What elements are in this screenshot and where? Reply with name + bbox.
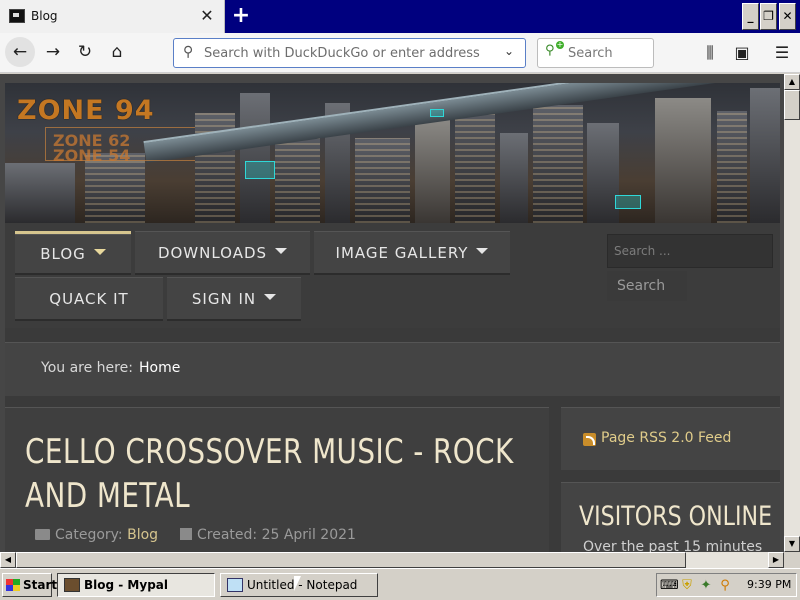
sidebar-icon[interactable]: ▣ [728, 39, 756, 67]
scroll-up-arrow[interactable]: ▲ [784, 74, 800, 90]
caret-down-icon [275, 247, 288, 254]
url-bar[interactable]: ⚲ ⌄ [173, 38, 526, 68]
menu-item-blog[interactable]: BLOG [15, 231, 131, 275]
mouse-cursor [294, 576, 301, 591]
menu-icon[interactable]: ☰ [768, 39, 796, 67]
windows-logo-icon [6, 579, 20, 591]
tab-close-icon[interactable]: ✕ [196, 4, 218, 28]
new-tab-button[interactable]: + [229, 3, 253, 29]
horizontal-scroll-thumb[interactable] [16, 552, 686, 568]
menu-item-image-gallery[interactable]: IMAGE GALLERY [314, 231, 510, 275]
menu-item-quack-it[interactable]: QUACK IT [15, 277, 163, 321]
page-viewport: ZONE 94 ZONE 62 ZONE 54 BLOG DOWNLOADS I… [0, 74, 784, 552]
shield-icon[interactable]: ⛨ [679, 578, 695, 594]
reload-button[interactable]: ↻ [70, 37, 100, 67]
menu-item-downloads[interactable]: DOWNLOADS [135, 231, 310, 275]
start-button[interactable]: Start [2, 573, 57, 597]
vertical-scroll-thumb[interactable] [784, 90, 800, 120]
clock: 9:39 PM [747, 578, 792, 591]
folder-icon [35, 529, 50, 540]
menu-item-label: DOWNLOADS [157, 244, 268, 262]
scroll-left-arrow[interactable]: ◀ [0, 552, 16, 568]
caret-down-icon [264, 293, 277, 300]
search-tray-icon[interactable]: ⚲ [717, 578, 733, 594]
home-button[interactable]: ⌂ [102, 37, 132, 67]
main-menu: BLOG DOWNLOADS IMAGE GALLERY QUACK IT SI… [5, 223, 780, 328]
url-input[interactable] [204, 43, 494, 63]
site-favicon-icon [9, 9, 25, 23]
task-label: Untitled - Notepad [247, 578, 358, 592]
created-date: Created: 25 April 2021 [197, 527, 356, 543]
calendar-icon [180, 528, 192, 540]
navigation-bar: ← → ↻ ⌂ ⚲ ⌄ ⚲ + ⫼ ▣ ☰ [0, 33, 800, 73]
minimize-button[interactable]: _ [742, 3, 759, 30]
article-category: Category: Blog [35, 527, 158, 543]
breadcrumb-label: You are here: [41, 360, 133, 376]
menu-item-label: BLOG [40, 245, 86, 263]
article-title[interactable]: CELLO CROSSOVER MUSIC - ROCK AND METAL [25, 430, 533, 518]
caret-down-icon [476, 247, 489, 254]
site-logo[interactable]: ZONE 94 [17, 95, 155, 126]
plus-icon: + [556, 40, 564, 49]
search-bar[interactable]: ⚲ + [537, 38, 654, 68]
visitors-module: VISITORS ONLINE Over the past 15 minutes [561, 482, 780, 552]
breadcrumb-home-link[interactable]: Home [139, 360, 180, 376]
keyboard-icon[interactable]: ⌨ [660, 578, 679, 594]
search-icon: ⚲ [183, 44, 194, 60]
tab-bar: Blog ✕ + _ ❐ ✕ [0, 0, 800, 33]
scrollbar-corner [784, 552, 800, 568]
article: CELLO CROSSOVER MUSIC - ROCK AND METAL C… [5, 407, 549, 552]
visitors-title: VISITORS ONLINE [579, 501, 773, 532]
scroll-down-arrow[interactable]: ▼ [784, 536, 800, 552]
site-search-input[interactable] [607, 234, 773, 268]
caret-down-icon [93, 248, 106, 255]
visitors-subtitle: Over the past 15 minutes [583, 539, 763, 552]
search-input[interactable] [568, 44, 648, 62]
tab-title: Blog [31, 9, 58, 23]
taskbar: Start Blog - Mypal Untitled - Notepad ⌨ … [0, 568, 800, 600]
category-label: Category: [55, 527, 123, 543]
rss-module: Page RSS 2.0 Feed [561, 407, 780, 470]
system-tray: ⌨ ⛨ ✦ ⚲ 9:39 PM [656, 573, 797, 597]
menu-item-label: SIGN IN [191, 290, 257, 308]
library-icon[interactable]: ⫼ [696, 39, 724, 67]
restore-button[interactable]: ❐ [760, 3, 777, 30]
forward-button[interactable]: → [38, 37, 68, 67]
close-window-button[interactable]: ✕ [779, 3, 796, 30]
tab-blog[interactable]: Blog ✕ [0, 0, 225, 33]
menu-item-sign-in[interactable]: SIGN IN [167, 277, 301, 321]
vertical-scrollbar[interactable]: ▲ ▼ [784, 74, 800, 552]
menu-item-label: QUACK IT [49, 290, 129, 308]
horizontal-scrollbar[interactable]: ◀ ▶ [0, 552, 784, 568]
start-label: Start [23, 578, 58, 592]
breadcrumb: You are here: Home [5, 342, 780, 396]
site-search-button[interactable]: Search [607, 271, 687, 301]
menu-item-label: IMAGE GALLERY [335, 244, 469, 262]
network-icon[interactable]: ✦ [698, 578, 714, 594]
task-label: Blog - Mypal [84, 578, 168, 592]
category-link[interactable]: Blog [127, 527, 158, 543]
article-created: Created: 25 April 2021 [180, 527, 356, 543]
browser-app-icon [64, 578, 80, 592]
rss-feed-link[interactable]: Page RSS 2.0 Feed [601, 430, 731, 446]
site-banner: ZONE 94 ZONE 62 ZONE 54 [5, 83, 780, 223]
logo-subtitle-2: ZONE 54 [53, 146, 131, 165]
taskbar-item-browser[interactable]: Blog - Mypal [57, 573, 215, 597]
notepad-app-icon [227, 578, 243, 592]
chevron-down-icon[interactable]: ⌄ [504, 44, 514, 58]
rss-icon [583, 433, 596, 446]
page-content: ZONE 94 ZONE 62 ZONE 54 BLOG DOWNLOADS I… [5, 83, 780, 552]
scroll-right-arrow[interactable]: ▶ [768, 552, 784, 568]
back-button[interactable]: ← [5, 37, 35, 67]
